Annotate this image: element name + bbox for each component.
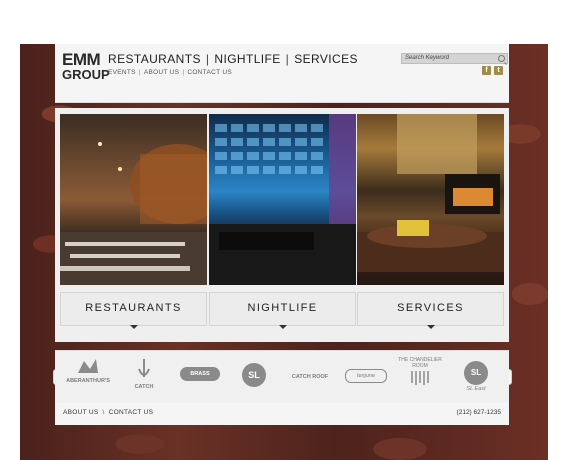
nav-nightlife[interactable]: NIGHTLIFE: [214, 52, 280, 66]
brand-label: ABERANTHUR'S: [66, 378, 110, 384]
nightlife-button[interactable]: NIGHTLIFE: [209, 292, 356, 329]
nav-separator: |: [205, 52, 210, 66]
sub-nav: EVENTS | ABOUT US | CONTACT US: [108, 69, 232, 76]
panel-restaurants: RESTAURANTS: [60, 114, 207, 336]
brand-label: THE CHANDELIER ROOM: [398, 357, 442, 369]
services-photo-art: [357, 114, 504, 272]
site-header: EMM GROUP RESTAURANTS | NIGHTLIFE | SERVICES…: [55, 44, 509, 103]
logo-line1: EMM: [62, 50, 101, 69]
brand-logo-sl[interactable]: SL: [227, 357, 281, 397]
services-button-label: SERVICES: [397, 302, 464, 314]
subnav-contact-us[interactable]: CONTACT US: [187, 69, 232, 76]
subnav-separator: |: [138, 69, 141, 76]
search-placeholder: Search Keyword: [405, 55, 450, 61]
brand-label: BRASS: [180, 367, 220, 381]
nightlife-button-label: NIGHTLIFE: [247, 302, 318, 314]
logo-line2: GROUP: [62, 67, 110, 82]
brand-label: tenjune: [345, 369, 387, 383]
subnav-events[interactable]: EVENTS: [108, 69, 136, 76]
footer-separator: \: [102, 409, 105, 416]
nav-separator: |: [285, 52, 290, 66]
panel-services: SERVICES: [357, 114, 504, 336]
nightlife-photo-art: [209, 114, 356, 285]
brand-logo-brass[interactable]: BRASS: [173, 357, 227, 397]
restaurant-photo-art: [60, 142, 207, 285]
chandelier-icon: [411, 371, 429, 385]
brand-logo-chandelier-room[interactable]: THE CHANDELIER ROOM: [393, 357, 447, 397]
restaurants-button-label: RESTAURANTS: [85, 302, 182, 314]
brand-label: CATCH ROOF: [291, 374, 329, 380]
brand-label: SL East: [466, 386, 486, 392]
nav-restaurants[interactable]: RESTAURANTS: [108, 52, 201, 66]
restaurant-photo[interactable]: [60, 114, 207, 285]
footer-links: ABOUT US \ CONTACT US: [63, 409, 153, 416]
brand-logo-aberanthurs[interactable]: ABERANTHUR'S: [61, 357, 115, 397]
restaurants-button[interactable]: RESTAURANTS: [60, 292, 207, 329]
twitter-icon[interactable]: t: [494, 66, 503, 75]
subnav-separator: |: [182, 69, 185, 76]
catch-emblem: [138, 359, 150, 377]
brand-label: SL: [242, 363, 266, 387]
search-input[interactable]: Search Keyword: [401, 53, 508, 64]
site-footer: ABOUT US \ CONTACT US (212) 627-1235: [55, 403, 509, 425]
chevron-down-icon: [278, 325, 287, 329]
brand-logo-catch-roof[interactable]: CATCH ROOF: [283, 357, 337, 397]
sl-east-emblem: SL: [464, 361, 488, 385]
facebook-icon[interactable]: f: [482, 66, 491, 75]
subnav-about-us[interactable]: ABOUT US: [144, 69, 180, 76]
feature-gallery: RESTAURANTS NIGHTLIFE SERVICES: [55, 108, 509, 342]
chevron-down-icon: [129, 325, 138, 329]
services-button[interactable]: SERVICES: [357, 292, 504, 329]
footer-contact-us-link[interactable]: CONTACT US: [109, 409, 154, 416]
services-photo[interactable]: [357, 114, 504, 285]
brand-logo-tenjune[interactable]: tenjune: [339, 357, 393, 397]
chevron-down-icon: [426, 325, 435, 329]
nightlife-photo[interactable]: [209, 114, 356, 285]
emm-group-logo[interactable]: EMM GROUP: [62, 50, 110, 86]
aberanthurs-emblem: [78, 359, 98, 373]
nav-services[interactable]: SERVICES: [294, 52, 358, 66]
brand-logo-sl-east[interactable]: SL SL East: [449, 357, 503, 397]
search-icon[interactable]: [498, 55, 505, 62]
brand-carousel: ABERANTHUR'S CATCH BRASS SL CATCH ROOF t…: [55, 350, 509, 404]
panel-nightlife: NIGHTLIFE: [209, 114, 356, 336]
brand-logo-catch[interactable]: CATCH: [117, 357, 171, 397]
footer-about-us-link[interactable]: ABOUT US: [63, 409, 99, 416]
footer-phone: (212) 627-1235: [456, 409, 501, 416]
main-nav: RESTAURANTS | NIGHTLIFE | SERVICES: [108, 52, 358, 66]
brand-label: CATCH: [134, 384, 154, 390]
